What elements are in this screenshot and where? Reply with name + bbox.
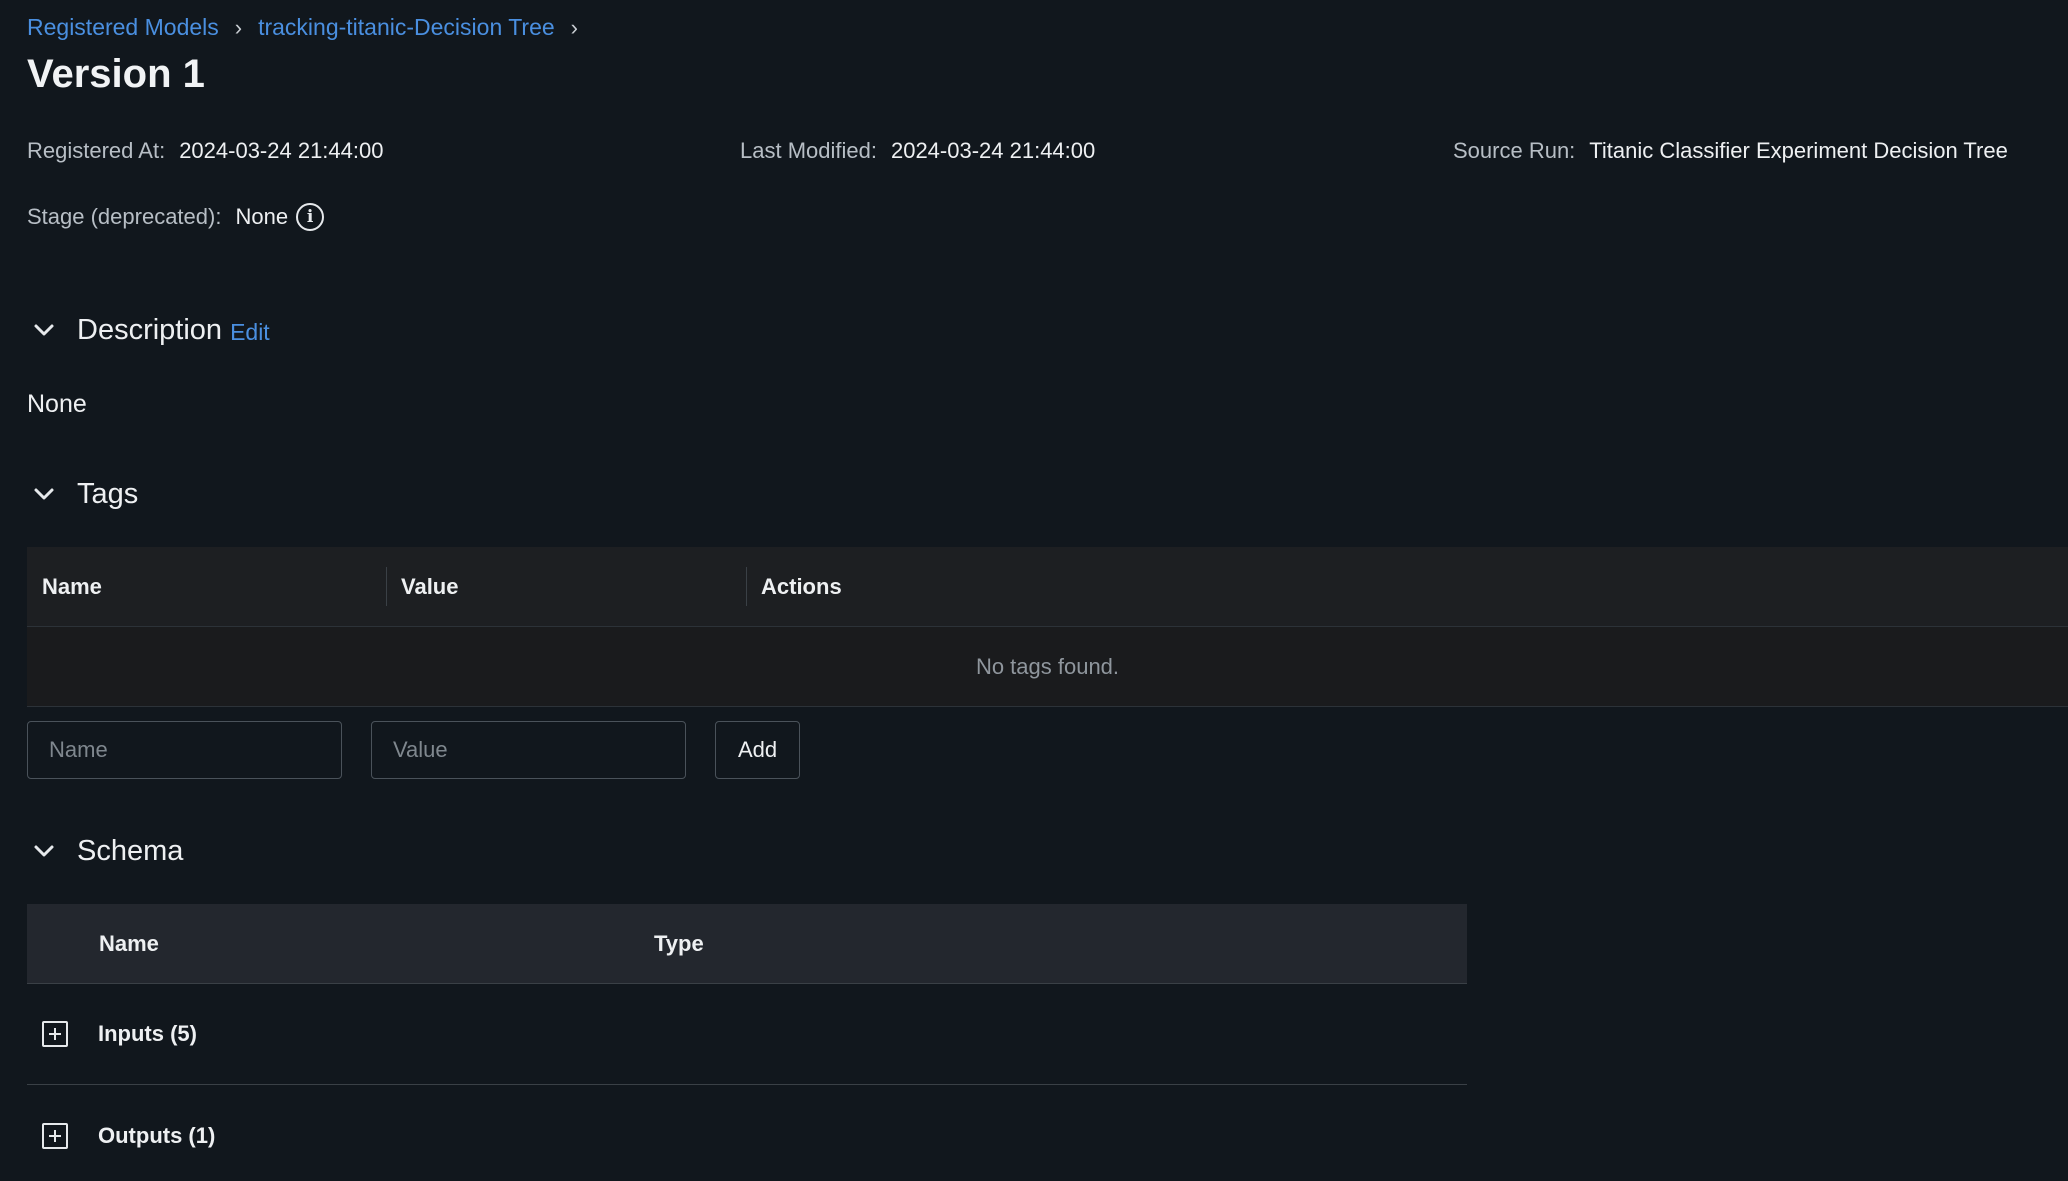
tags-section-header: Tags xyxy=(27,477,138,511)
breadcrumb-separator-icon: › xyxy=(570,14,578,40)
schema-row-label: Inputs (5) xyxy=(98,1021,197,1046)
tags-title: Tags xyxy=(77,477,139,510)
description-edit-link[interactable]: Edit xyxy=(230,319,270,346)
tags-col-value: Value xyxy=(386,547,746,626)
last-modified-value: 2024-03-24 21:44:00 xyxy=(890,138,1096,163)
schema-table: Name Type Inputs (5) Outputs (1) xyxy=(27,904,1467,1181)
tags-table: Name Value Actions No tags found. xyxy=(27,547,2068,707)
model-version-page: Registered Models › tracking-titanic-Dec… xyxy=(0,0,2068,1181)
tag-value-input[interactable] xyxy=(371,721,686,779)
info-icon[interactable]: i xyxy=(296,203,325,231)
breadcrumb: Registered Models › tracking-titanic-Dec… xyxy=(27,14,578,41)
tags-col-name: Name xyxy=(42,573,102,599)
chevron-down-icon[interactable] xyxy=(27,313,61,347)
description-value: None xyxy=(27,390,87,418)
breadcrumb-separator-icon: › xyxy=(234,14,243,40)
source-run-link[interactable]: Titanic Classifier Experiment Decision T… xyxy=(1589,138,2008,164)
schema-col-type: Type xyxy=(654,930,704,956)
source-run-label: Source Run: xyxy=(1453,138,1576,163)
stage-value: None xyxy=(235,204,289,229)
breadcrumb-registered-models[interactable]: Registered Models xyxy=(27,14,219,41)
plus-square-icon[interactable] xyxy=(42,1122,68,1149)
description-title: Description xyxy=(77,313,223,346)
chevron-down-icon[interactable] xyxy=(27,477,61,511)
registered-at: Registered At: 2024-03-24 21:44:00 xyxy=(27,138,383,164)
registered-at-label: Registered At: xyxy=(27,138,166,163)
chevron-down-icon[interactable] xyxy=(27,834,61,868)
last-modified: Last Modified: 2024-03-24 21:44:00 xyxy=(740,138,1095,164)
tag-name-input[interactable] xyxy=(27,721,342,779)
page-title: Version 1 xyxy=(27,52,205,96)
add-tag-button[interactable]: Add xyxy=(715,721,801,779)
schema-row-outputs[interactable]: Outputs (1) xyxy=(27,1085,1467,1181)
tags-col-actions: Actions xyxy=(746,547,1146,626)
add-tag-form: Add xyxy=(27,721,801,779)
schema-row-label: Outputs (1) xyxy=(98,1122,216,1148)
schema-row-inputs[interactable]: Inputs (5) xyxy=(27,984,1467,1085)
tags-empty-message: No tags found. xyxy=(27,627,2068,707)
schema-title: Schema xyxy=(77,834,184,867)
breadcrumb-model-name[interactable]: tracking-titanic-Decision Tree xyxy=(258,14,555,41)
schema-section-header: Schema xyxy=(27,834,183,868)
plus-square-icon[interactable] xyxy=(42,1021,68,1047)
stage-label: Stage (deprecated): xyxy=(27,204,222,229)
last-modified-label: Last Modified: xyxy=(740,138,877,163)
stage: Stage (deprecated): None i xyxy=(27,203,325,231)
source-run: Source Run: Titanic Classifier Experimen… xyxy=(1453,138,2008,164)
schema-col-name: Name xyxy=(99,930,159,956)
description-section-header: Description Edit xyxy=(27,313,270,347)
registered-at-value: 2024-03-24 21:44:00 xyxy=(179,138,384,163)
schema-table-header: Name Type xyxy=(27,904,1467,984)
tags-table-header: Name Value Actions xyxy=(27,547,2068,627)
